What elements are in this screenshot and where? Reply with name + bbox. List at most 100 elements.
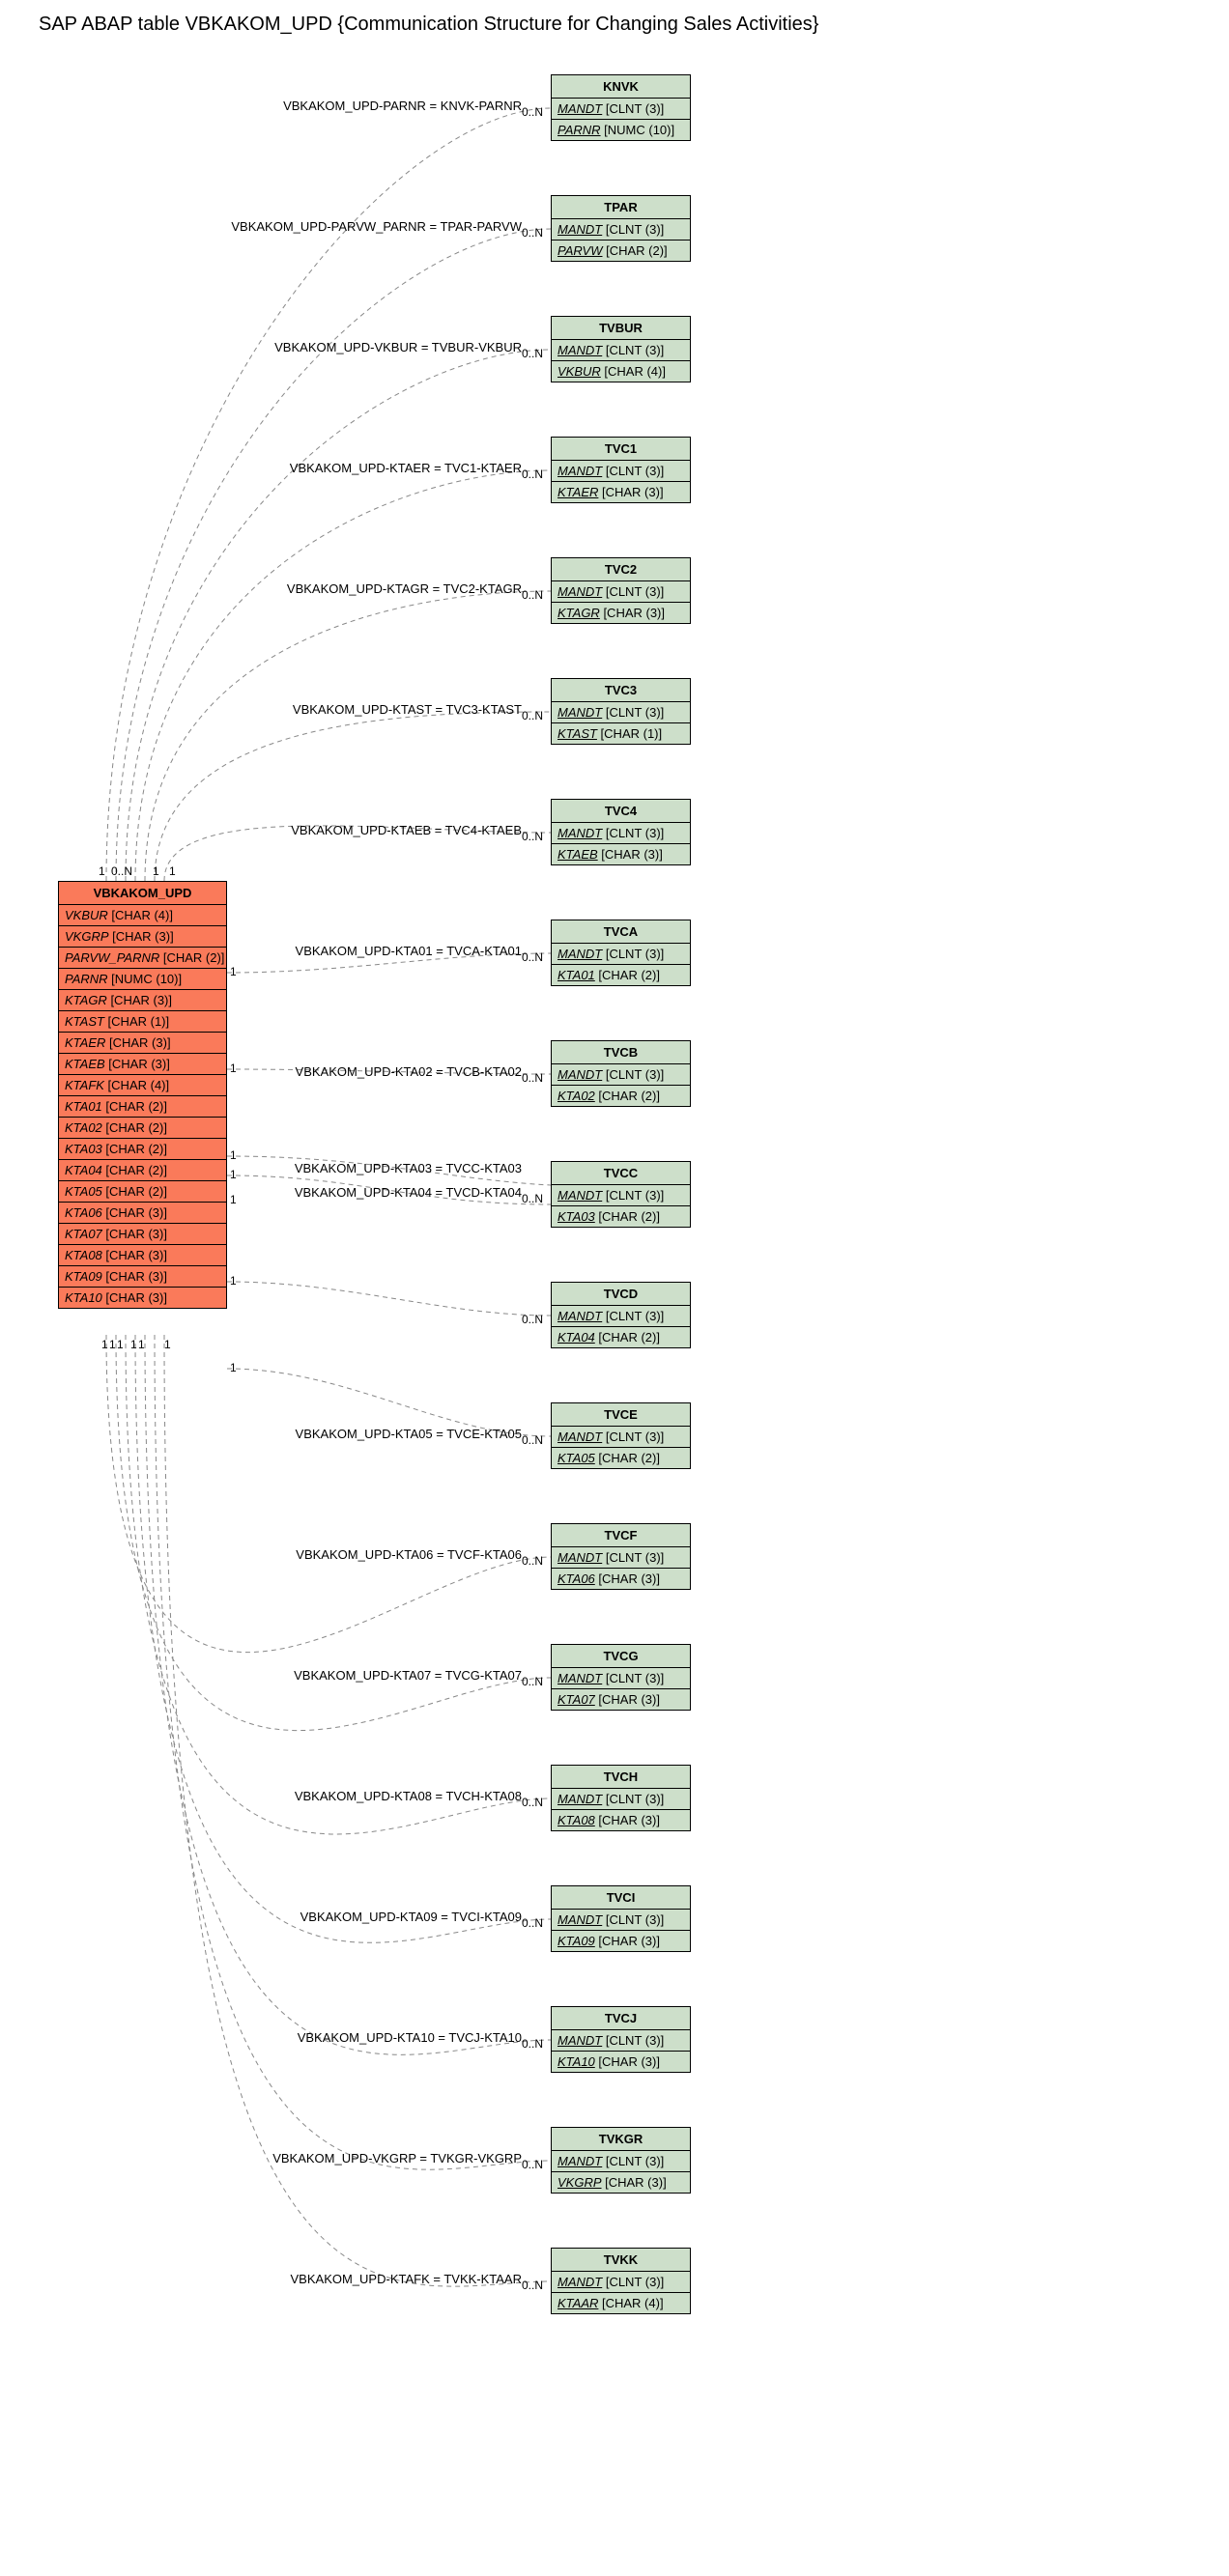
entity-header: TVCE: [552, 1403, 690, 1427]
field-type: [CHAR (2)]: [102, 1184, 167, 1199]
field-type: [CHAR (2)]: [102, 1142, 167, 1156]
card-side-4: 1: [230, 1168, 237, 1181]
entity-field: KTA05 [CHAR (2)]: [552, 1448, 690, 1468]
entity-field: KTAER [CHAR (3)]: [552, 482, 690, 502]
field-type: [CHAR (3)]: [109, 929, 174, 944]
field-type: [CHAR (2)]: [595, 1451, 660, 1465]
field-type: [CLNT (3)]: [602, 1912, 664, 1927]
field-type: [CLNT (3)]: [602, 2033, 664, 2048]
card-ref: 0..N: [522, 1071, 543, 1085]
entity-tvce: TVCE MANDT [CLNT (3)] KTA05 [CHAR (2)]: [551, 1402, 691, 1469]
edge-label: VBKAKOM_UPD-VKGRP = TVKGR-VKGRP: [272, 2151, 522, 2166]
field-type: [CHAR (3)]: [102, 1205, 167, 1220]
entity-main-field: KTA01 [CHAR (2)]: [59, 1096, 226, 1118]
field-type: [CHAR (3)]: [602, 2175, 667, 2190]
field-type: [CHAR (3)]: [105, 1035, 170, 1050]
field-name: KTAEB: [557, 847, 598, 862]
entity-tvc4: TVC4MANDT [CLNT (3)]KTAEB [CHAR (3)]: [551, 799, 691, 865]
field-name: KTA06: [65, 1205, 102, 1220]
field-type: [CLNT (3)]: [602, 101, 664, 116]
edge-label: VBKAKOM_UPD-KTA06 = TVCF-KTA06: [296, 1547, 522, 1562]
entity-main-field: KTA04 [CHAR (2)]: [59, 1160, 226, 1181]
field-name: MANDT: [557, 222, 602, 237]
field-name: MANDT: [557, 1430, 602, 1444]
field-type: [CLNT (3)]: [602, 343, 664, 357]
edge-label: VBKAKOM_UPD-KTA09 = TVCI-KTA09: [300, 1910, 522, 1924]
edge-label: VBKAKOM_UPD-KTA01 = TVCA-KTA01: [296, 944, 522, 958]
field-name: KTA10: [557, 2054, 595, 2069]
field-type: [CHAR (1)]: [104, 1014, 169, 1029]
edge-label: VBKAKOM_UPD-KTA07 = TVCG-KTA07: [294, 1668, 522, 1683]
card-side-6: 1: [230, 1274, 237, 1288]
entity-field: KTA03 [CHAR (2)]: [552, 1206, 690, 1227]
entity-field: KTAST [CHAR (1)]: [552, 723, 690, 744]
entity-header: TVC3: [552, 679, 690, 702]
card-ref: 0..N: [522, 2279, 543, 2292]
field-type: [CLNT (3)]: [602, 1430, 664, 1444]
field-name: KTAER: [65, 1035, 105, 1050]
field-name: PARVW_PARNR: [65, 950, 159, 965]
entity-main: VBKAKOM_UPD VKBUR [CHAR (4)]VKGRP [CHAR …: [58, 881, 227, 1309]
entity-header: TVC1: [552, 438, 690, 461]
entity-main-field: VKGRP [CHAR (3)]: [59, 926, 226, 948]
edge-label: VBKAKOM_UPD-KTA04 = TVCD-KTA04: [295, 1185, 522, 1200]
field-name: MANDT: [557, 1671, 602, 1685]
field-type: [CHAR (3)]: [595, 1934, 660, 1948]
card-side-2: 1: [230, 1062, 237, 1075]
entity-field: MANDT [CLNT (3)]: [552, 99, 690, 120]
field-type: [CLNT (3)]: [602, 1671, 664, 1685]
card-top-3: 1: [153, 864, 159, 878]
entity-field: MANDT [CLNT (3)]: [552, 461, 690, 482]
field-name: PARNR: [65, 972, 108, 986]
entity-field: MANDT [CLNT (3)]: [552, 1306, 690, 1327]
entity-main-field: KTA02 [CHAR (2)]: [59, 1118, 226, 1139]
field-type: [CLNT (3)]: [602, 222, 664, 237]
entity-main-field: KTAFK [CHAR (4)]: [59, 1075, 226, 1096]
field-type: [CLNT (3)]: [602, 826, 664, 840]
entity-field: KTAAR [CHAR (4)]: [552, 2293, 690, 2313]
field-type: [CHAR (4)]: [104, 1078, 169, 1092]
field-type: [CLNT (3)]: [602, 947, 664, 961]
card-side-1: 1: [230, 965, 237, 978]
card-ref: 0..N: [522, 347, 543, 360]
entity-field: MANDT [CLNT (3)]: [552, 2272, 690, 2293]
entity-main-field: KTAGR [CHAR (3)]: [59, 990, 226, 1011]
field-name: MANDT: [557, 1912, 602, 1927]
entity-field: MANDT [CLNT (3)]: [552, 340, 690, 361]
edge-label: VBKAKOM_UPD-KTA05 = TVCE-KTA05: [296, 1427, 522, 1441]
field-type: [CHAR (3)]: [595, 1813, 660, 1827]
entity-tvcb: TVCBMANDT [CLNT (3)]KTA02 [CHAR (2)]: [551, 1040, 691, 1107]
field-name: KTA04: [557, 1330, 595, 1345]
entity-header: TVCA: [552, 920, 690, 944]
entity-field: MANDT [CLNT (3)]: [552, 1064, 690, 1086]
edge-label: VBKAKOM_UPD-KTA08 = TVCH-KTA08: [295, 1789, 522, 1803]
edge-label: VBKAKOM_UPD-KTAEB = TVC4-KTAEB: [291, 823, 522, 837]
field-type: [CHAR (2)]: [595, 968, 660, 982]
field-name: KTA09: [557, 1934, 595, 1948]
field-name: KTA03: [557, 1209, 595, 1224]
field-name: MANDT: [557, 1550, 602, 1565]
edge-label: VBKAKOM_UPD-PARVW_PARNR = TPAR-PARVW: [231, 219, 522, 234]
field-name: KTA06: [557, 1571, 595, 1586]
entity-main-field: KTAEB [CHAR (3)]: [59, 1054, 226, 1075]
field-type: [CLNT (3)]: [602, 464, 664, 478]
field-type: [CHAR (2)]: [595, 1209, 660, 1224]
field-type: [CHAR (2)]: [602, 243, 667, 258]
entity-tvc1: TVC1MANDT [CLNT (3)]KTAER [CHAR (3)]: [551, 437, 691, 503]
page-title: SAP ABAP table VBKAKOM_UPD {Communicatio…: [39, 14, 1229, 36]
card-ref: 0..N: [522, 1433, 543, 1447]
entity-field: MANDT [CLNT (3)]: [552, 1789, 690, 1810]
field-type: [CLNT (3)]: [602, 1550, 664, 1565]
entity-field: KTA06 [CHAR (3)]: [552, 1569, 690, 1589]
card-ref: 0..N: [522, 2158, 543, 2171]
field-name: KTAEB: [65, 1057, 105, 1071]
entity-tvci: TVCIMANDT [CLNT (3)]KTA09 [CHAR (3)]: [551, 1885, 691, 1952]
field-name: KTAST: [557, 726, 597, 741]
entity-header: TVCD: [552, 1283, 690, 1306]
field-type: [CLNT (3)]: [602, 584, 664, 599]
entity-header: TVC2: [552, 558, 690, 581]
entity-header: TVC4: [552, 800, 690, 823]
field-name: VKGRP: [557, 2175, 602, 2190]
card-ref: 0..N: [522, 950, 543, 964]
entity-tvcj: TVCJMANDT [CLNT (3)]KTA10 [CHAR (3)]: [551, 2006, 691, 2073]
